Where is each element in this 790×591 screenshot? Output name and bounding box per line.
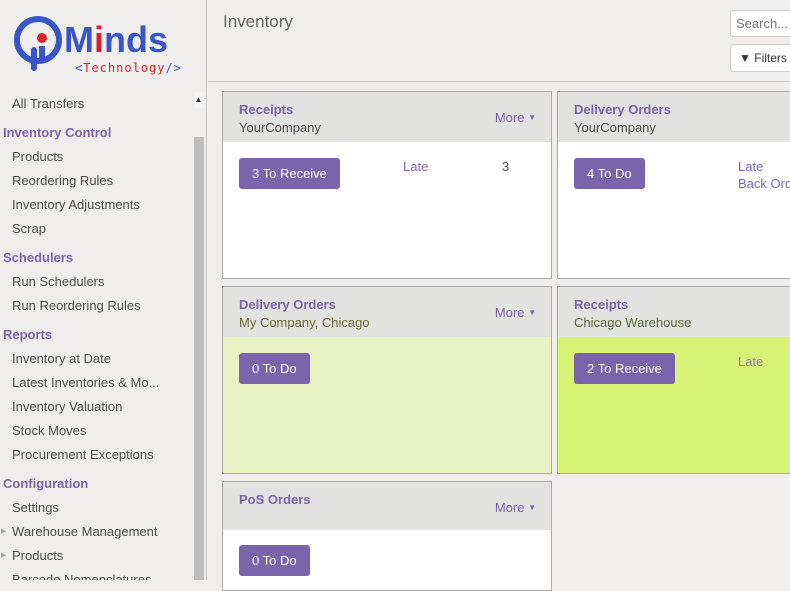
operation-card-receipts-chicago: Receipts Chicago Warehouse 2 To Receive … [557,286,790,474]
sidebar-item-label: Warehouse Management [12,524,158,539]
filters-label: Filters [754,51,787,65]
more-dropdown[interactable]: More ▼ [495,500,536,515]
sidebar-item-label: Inventory Adjustments [12,197,140,212]
back-orders-link[interactable]: Back Orders [738,176,790,191]
card-header: PoS Orders More ▼ [223,482,551,530]
scroll-up-arrow-icon[interactable]: ▲ [193,92,204,108]
page-title: Inventory [223,12,293,31]
to-do-button[interactable]: 0 To Do [239,353,310,384]
more-dropdown[interactable]: More ▼ [495,305,536,320]
sidebar-item-inventory-at-date[interactable]: Inventory at Date [0,347,193,371]
card-header: Delivery Orders My Company, Chicago More… [223,287,551,337]
card-subtitle: YourCompany [574,120,656,135]
sidebar-section-header: Configuration [3,476,89,491]
scrollbar-thumb[interactable] [194,137,204,580]
late-link[interactable]: Late [738,354,763,369]
sidebar-item-procurement-exceptions[interactable]: Procurement Exceptions [0,443,193,467]
caret-down-icon: ▼ [528,308,536,317]
more-label: More [494,110,525,125]
card-title[interactable]: Receipts [239,102,293,117]
to-do-button[interactable]: 4 To Do [574,158,645,189]
sidebar-item-label: Reordering Rules [12,173,114,188]
sidebar-item-products[interactable]: Products [0,145,193,169]
sidebar-item-barcode-nomenclatures[interactable]: Barcode Nomenclatures [0,568,193,580]
sidebar-item-label: Latest Inventories & Mo... [12,375,160,390]
sidebar-item-label: Procurement Exceptions [12,447,154,462]
card-title[interactable]: Receipts [574,297,628,312]
to-do-button[interactable]: 0 To Do [239,545,310,576]
operation-card-delivery-chicago: Delivery Orders My Company, Chicago More… [222,286,552,474]
expand-caret-icon[interactable]: ▶ [1,544,6,568]
filter-funnel-icon: ▼ [739,51,751,65]
sidebar-item-label: Products [12,548,64,563]
to-receive-button[interactable]: 3 To Receive [239,158,340,189]
operation-card-receipts-yourcompany: Receipts YourCompany More ▼ 3 To Receive… [222,91,552,279]
sidebar-item-stock-moves[interactable]: Stock Moves [0,419,193,443]
expand-caret-icon[interactable]: ▶ [1,520,6,544]
sidebar-scrollbar[interactable]: ▲ [193,92,204,580]
sidebar-item-label: Inventory Valuation [12,399,123,414]
card-subtitle: YourCompany [239,120,321,135]
search-input[interactable] [730,10,790,37]
sidebar-item-inventory-adjustments[interactable]: Inventory Adjustments [0,193,193,217]
late-link[interactable]: Late [738,159,763,174]
caret-down-icon: ▼ [528,113,536,122]
sidebar-item-label: Barcode Nomenclatures [12,572,152,580]
sidebar-item-label: Scrap [12,221,46,236]
sidebar-item-label: All Transfers [12,96,85,111]
card-header: Receipts YourCompany More ▼ [223,92,551,142]
more-label: More [494,305,525,320]
card-header: Receipts Chicago Warehouse [558,287,790,337]
sidebar-item-latest-inventories-mo[interactable]: Latest Inventories & Mo... [0,371,193,395]
card-title[interactable]: Delivery Orders [239,297,336,312]
control-panel: Inventory ▼ Filters ▾ [208,0,790,82]
sidebar-section-header: Schedulers [3,250,74,265]
card-subtitle: Chicago Warehouse [574,315,692,330]
sidebar-section-header: Inventory Control [3,125,112,140]
sidebar-item-run-reordering-rules[interactable]: Run Reordering Rules [0,294,193,318]
to-receive-button[interactable]: 2 To Receive [574,353,675,384]
card-header: Delivery Orders YourCompany [558,92,790,142]
late-link[interactable]: Late [403,159,428,174]
company-logo[interactable]: Minds <Technology/> [12,10,192,80]
sidebar-item-label: Products [12,149,64,164]
sidebar-item-label: Inventory at Date [12,351,111,366]
sidebar-menu: All Transfers Inventory Control Products Re… [0,92,193,580]
sidebar-item-all-transfers[interactable]: All Transfers [0,92,193,116]
sidebar-item-label: Stock Moves [12,423,87,438]
more-label: More [494,500,525,515]
main-content: Inventory ▼ Filters ▾ Receipts YourCompa… [208,0,790,591]
operation-card-delivery-yourcompany: Delivery Orders YourCompany 4 To Do Late… [557,91,790,279]
sidebar: Minds <Technology/> All Transfers Invento… [0,0,207,580]
sidebar-item-settings[interactable]: Settings [0,496,193,520]
sidebar-item-reordering-rules[interactable]: Reordering Rules [0,169,193,193]
card-title[interactable]: PoS Orders [239,492,311,507]
sidebar-item-label: Settings [12,500,59,515]
sidebar-item-run-schedulers[interactable]: Run Schedulers [0,270,193,294]
filters-button[interactable]: ▼ Filters ▾ [730,44,790,72]
sidebar-section-header: Reports [3,327,53,342]
sidebar-item-inventory-valuation[interactable]: Inventory Valuation [0,395,193,419]
logo-mark-icon: Minds <Technology/> [14,16,182,75]
logo-tagline-text: <Technology/> [75,61,182,75]
card-subtitle: My Company, Chicago [239,315,370,330]
sidebar-item-scrap[interactable]: Scrap [0,217,193,241]
sidebar-item-products[interactable]: ▶ Products [0,544,193,568]
sidebar-item-warehouse-management[interactable]: ▶ Warehouse Management [0,520,193,544]
sidebar-item-label: Run Reordering Rules [12,298,141,313]
more-dropdown[interactable]: More ▼ [495,110,536,125]
caret-down-icon: ▼ [528,503,536,512]
operation-card-pos-orders: PoS Orders More ▼ 0 To Do [222,481,552,591]
sidebar-item-label: Run Schedulers [12,274,105,289]
card-title[interactable]: Delivery Orders [574,102,671,117]
logo-brand-text: Minds [64,19,168,60]
late-count[interactable]: 3 [502,159,509,174]
